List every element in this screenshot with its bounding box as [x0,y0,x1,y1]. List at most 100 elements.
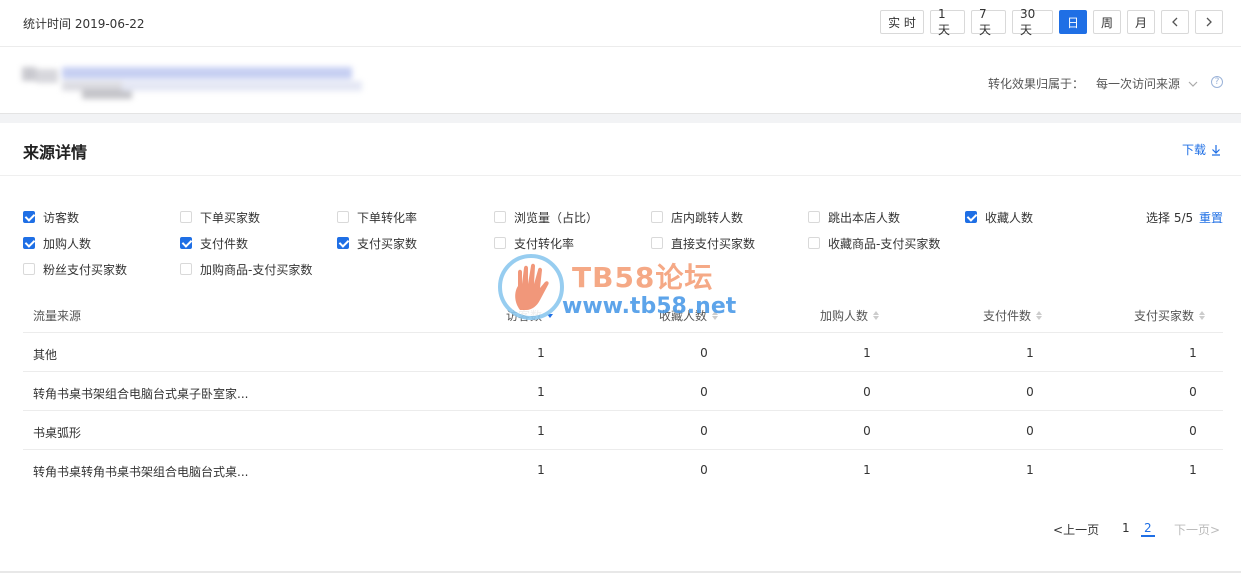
cell-paid-buyers: 1 [1189,346,1197,360]
chevron-right-icon: > [1210,523,1221,537]
col-header-paid-items[interactable]: 支付件数 [983,307,1043,324]
cell-add-to-cart: 0 [863,385,871,399]
metric-label: 收藏人数 [985,210,1034,225]
attribution-select[interactable]: 每一次访问来源 [1096,75,1198,92]
page-2-button[interactable]: 2 [1141,521,1155,537]
period-week-button[interactable]: 周 [1093,10,1121,34]
metric-pay-conversion[interactable]: 支付转化率 [494,235,574,251]
prev-period-button[interactable] [1161,10,1189,34]
checkbox-unchecked[interactable] [808,237,820,249]
watermark-title: TB58论坛 [572,261,714,294]
table-header: 流量来源 访客数 收藏人数 加购人数 支付件数 支付买家数 [23,295,1223,333]
cell-add-to-cart: 1 [863,346,871,360]
attribution-label: 转化效果归属于： [988,77,1085,91]
cell-visitors: 1 [537,346,545,360]
checkbox-checked[interactable] [180,237,192,249]
period-realtime-button[interactable]: 实 时 [880,10,924,34]
metric-label: 支付转化率 [514,236,575,251]
checkbox-checked[interactable] [337,237,349,249]
chevron-left-icon: < [1053,523,1064,537]
metric-bounce-users[interactable]: 跳出本店人数 [808,209,900,225]
source-table: 流量来源 访客数 收藏人数 加购人数 支付件数 支付买家数 其他 1 0 1 1… [23,295,1223,489]
sort-icon [1199,311,1206,320]
checkbox-unchecked[interactable] [180,211,192,223]
col-header-add-to-cart[interactable]: 加购人数 [820,307,880,324]
sort-desc-icon [547,313,554,318]
blurred-item-info [22,63,372,101]
chevron-left-icon [1172,17,1178,27]
next-period-button[interactable] [1195,10,1223,34]
metric-label: 加购人数 [43,236,92,251]
metric-label: 支付件数 [200,236,249,251]
cell-paid-buyers: 0 [1189,385,1197,399]
metric-label: 加购商品-支付买家数 [200,262,313,277]
metric-favorites[interactable]: 收藏人数 [965,209,1033,225]
cell-source[interactable]: 转角书桌转角书桌书架组合电脑台式桌... [33,463,248,480]
checkbox-checked[interactable] [23,237,35,249]
metric-label: 支付买家数 [357,236,418,251]
period-1day-button[interactable]: 1天 [930,7,965,37]
metric-fan-paid-buyers[interactable]: 粉丝支付买家数 [23,261,127,277]
table-row: 转角书桌书架组合电脑台式桌子卧室家... 1 0 0 0 0 [23,372,1223,411]
period-month-button[interactable]: 月 [1127,10,1155,34]
metric-add-to-cart[interactable]: 加购人数 [23,235,91,251]
table-row: 转角书桌转角书桌书架组合电脑台式桌... 1 0 1 1 1 [23,450,1223,489]
checkbox-unchecked[interactable] [651,211,663,223]
stat-time: 统计时间 2019-06-22 [23,17,145,31]
cell-source[interactable]: 其他 [33,346,57,363]
checkbox-unchecked[interactable] [23,263,35,275]
cell-add-to-cart: 0 [863,424,871,438]
checkbox-unchecked[interactable] [180,263,192,275]
metric-inshop-jumps[interactable]: 店内跳转人数 [651,209,743,225]
sort-icon [873,311,880,320]
download-button[interactable]: 下载 [1182,141,1221,158]
section-divider [0,113,1241,123]
table-row: 书桌弧形 1 0 0 0 0 [23,411,1223,450]
checkbox-unchecked[interactable] [494,211,506,223]
cell-paid-items: 0 [1026,385,1034,399]
checkbox-unchecked[interactable] [494,237,506,249]
cell-source[interactable]: 转角书桌书架组合电脑台式桌子卧室家... [33,385,248,402]
metric-label: 跳出本店人数 [828,210,901,225]
metric-fav-item-paid-buyers[interactable]: 收藏商品-支付买家数 [808,235,940,251]
col-header-visitors[interactable]: 访客数 [506,307,554,324]
period-30day-button[interactable]: 30天 [1012,7,1053,37]
col-header-favorites[interactable]: 收藏人数 [659,307,719,324]
page-1-button[interactable]: 1 [1122,521,1130,535]
metric-label: 直接支付买家数 [671,236,756,251]
reset-link[interactable]: 重置 [1199,209,1223,226]
cell-paid-items: 1 [1026,463,1034,477]
period-day-button[interactable]: 日 [1059,10,1087,34]
period-selector: 实 时 1天 7天 30天 日 周 月 [880,7,1223,37]
metric-paid-items[interactable]: 支付件数 [180,235,248,251]
next-page-button[interactable]: 下一页> [1174,521,1220,538]
prev-page-button[interactable]: <上一页 [1053,521,1099,538]
metric-cart-item-paid-buyers[interactable]: 加购商品-支付买家数 [180,261,312,277]
selection-count: 选择 5/5 [1146,211,1194,225]
col-header-source: 流量来源 [33,309,82,323]
cell-paid-buyers: 1 [1189,463,1197,477]
col-header-paid-buyers[interactable]: 支付买家数 [1134,307,1206,324]
checkbox-unchecked[interactable] [651,237,663,249]
checkbox-checked[interactable] [23,211,35,223]
metric-label: 下单买家数 [200,210,261,225]
checkbox-checked[interactable] [965,211,977,223]
checkbox-unchecked[interactable] [808,211,820,223]
metric-direct-paid-buyers[interactable]: 直接支付买家数 [651,235,755,251]
metric-paid-buyers[interactable]: 支付买家数 [337,235,417,251]
period-7day-button[interactable]: 7天 [971,7,1006,37]
metric-order-buyers[interactable]: 下单买家数 [180,209,260,225]
cell-paid-buyers: 0 [1189,424,1197,438]
cell-favorites: 0 [700,346,708,360]
metric-visitors[interactable]: 访客数 [23,209,79,225]
question-circle-icon[interactable]: ? [1211,76,1223,88]
metric-pageviews[interactable]: 浏览量（占比） [494,209,598,225]
sort-icon [1036,311,1043,320]
metric-label: 访客数 [43,210,80,225]
cell-source[interactable]: 书桌弧形 [33,424,81,441]
checkbox-unchecked[interactable] [337,211,349,223]
chevron-down-icon [1188,81,1198,87]
cell-visitors: 1 [537,385,545,399]
metric-order-conversion[interactable]: 下单转化率 [337,209,417,225]
cell-visitors: 1 [537,424,545,438]
